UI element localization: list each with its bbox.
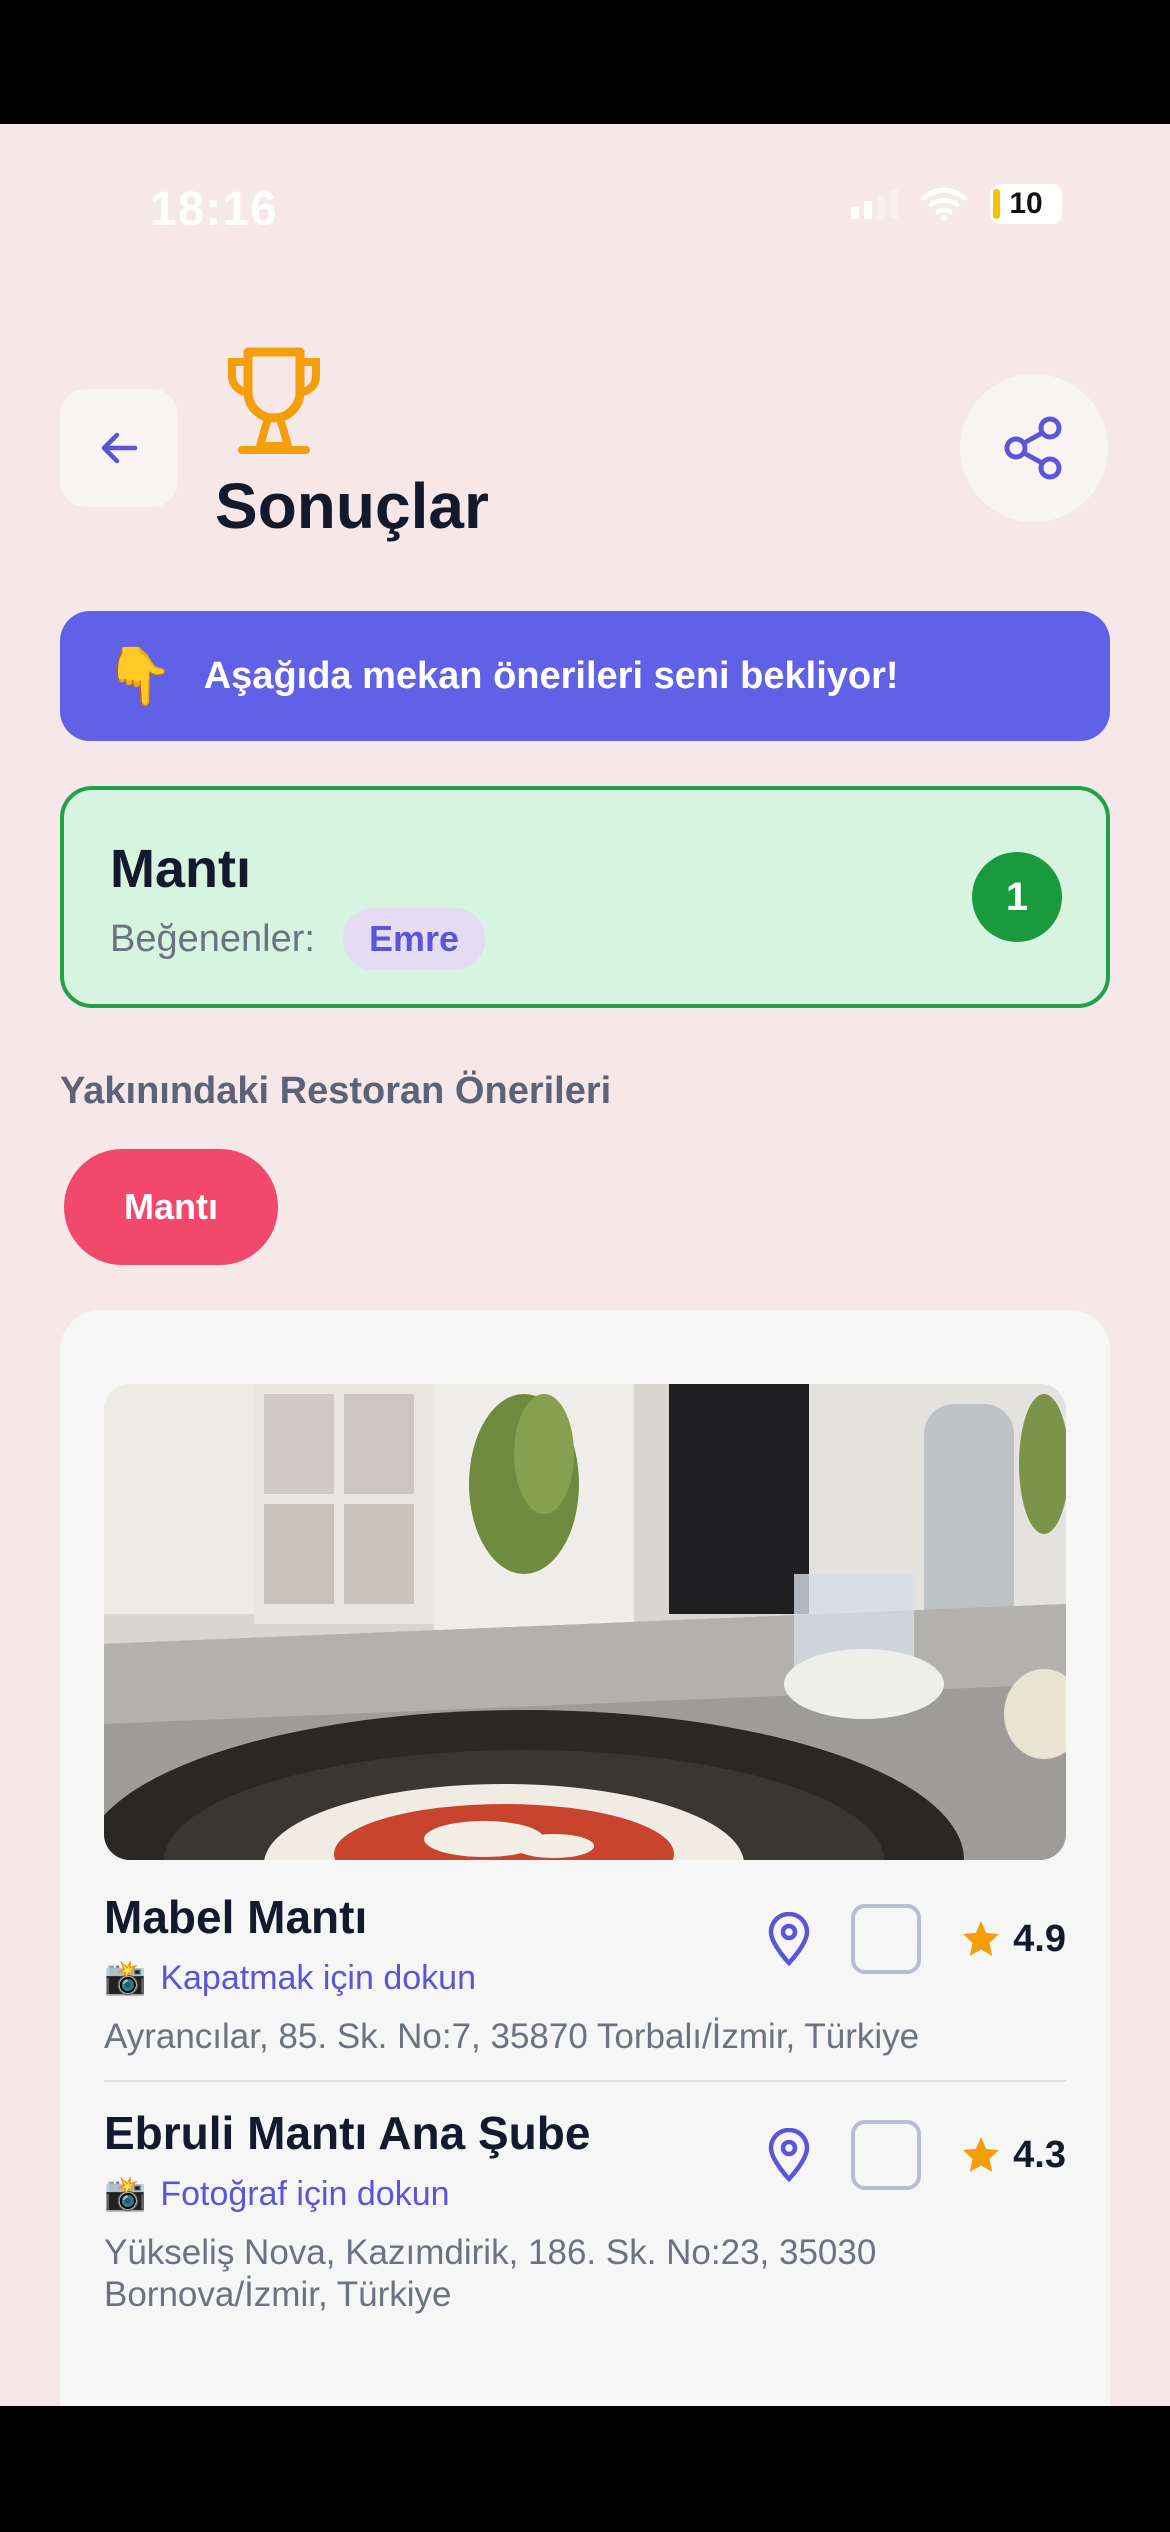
cellular-signal-icon — [851, 189, 898, 219]
restaurant-card: Mabel Mantı 📸 Kapatmak için dokun Ayranc… — [60, 1310, 1110, 2406]
restaurant-address: Yükseliş Nova, Kazımdirik, 186. Sk. No:2… — [104, 2233, 877, 2314]
banner-text: Aşağıda mekan önerileri seni bekliyor! — [203, 654, 899, 697]
liker-badge: Emre — [342, 908, 485, 970]
restaurant-photo[interactable] — [104, 1384, 1066, 1860]
status-time: 18:16 — [150, 183, 278, 236]
trophy-icon — [228, 347, 320, 454]
rating-value: 4.3 — [1013, 2133, 1066, 2176]
pointing-down-icon: 👇 — [104, 644, 174, 707]
photo-hint-text: Fotoğraf için dokun — [160, 2174, 450, 2213]
app-screen: 18:16 10 Sonuçlar 👇 Aşağıda mekan öneril… — [0, 124, 1170, 2406]
camera-flash-icon: 📸 — [104, 1959, 147, 1997]
likers-row: Beğenenler: Emre — [110, 908, 485, 970]
restaurant-address: Ayrancılar, 85. Sk. No:7, 35870 Torbalı/… — [104, 2017, 920, 2056]
select-checkbox[interactable] — [851, 2120, 922, 2190]
restaurant-actions: 4.9 — [767, 1904, 1066, 1974]
filter-chip-manti[interactable]: Mantı — [64, 1149, 278, 1265]
map-pin-icon[interactable] — [767, 2128, 811, 2182]
status-icons: 10 — [851, 184, 1062, 224]
page-title: Sonuçlar — [215, 470, 489, 542]
rating: 4.9 — [961, 1918, 1066, 1961]
rank-badge: 1 — [972, 852, 1062, 942]
star-icon — [963, 2137, 1000, 2172]
likers-label: Beğenenler: — [110, 917, 315, 960]
wifi-icon — [920, 186, 968, 222]
battery-level: 10 — [1009, 187, 1043, 220]
star-icon — [963, 1921, 1000, 1956]
rating: 4.3 — [961, 2134, 1066, 2177]
section-title: Yakınındaki Restoran Önerileri — [60, 1070, 612, 1112]
arrow-left-icon — [101, 432, 138, 464]
restaurant-item[interactable]: Mabel Mantı 📸 Kapatmak için dokun Ayranc… — [104, 1890, 1066, 2058]
suggestions-banner: 👇 Aşağıda mekan önerileri seni bekliyor! — [60, 611, 1110, 741]
restaurant-actions: 4.3 — [767, 2120, 1066, 2190]
rating-value: 4.9 — [1013, 1917, 1066, 1960]
restaurant-item[interactable]: Ebruli Mantı Ana Şube 📸 Fotoğraf için do… — [104, 2106, 1066, 2316]
share-icon — [1004, 416, 1062, 480]
winner-card: Mantı Beğenenler: Emre 1 — [60, 786, 1110, 1008]
photo-hint-text: Kapatmak için dokun — [160, 1958, 476, 1997]
camera-flash-icon: 📸 — [104, 2175, 147, 2213]
share-button[interactable] — [960, 374, 1108, 522]
winner-name: Mantı — [110, 839, 251, 899]
map-pin-icon[interactable] — [767, 1912, 811, 1966]
back-button[interactable] — [60, 389, 178, 507]
select-checkbox[interactable] — [851, 1904, 922, 1974]
battery-icon: 10 — [990, 184, 1062, 224]
divider — [104, 2080, 1066, 2082]
